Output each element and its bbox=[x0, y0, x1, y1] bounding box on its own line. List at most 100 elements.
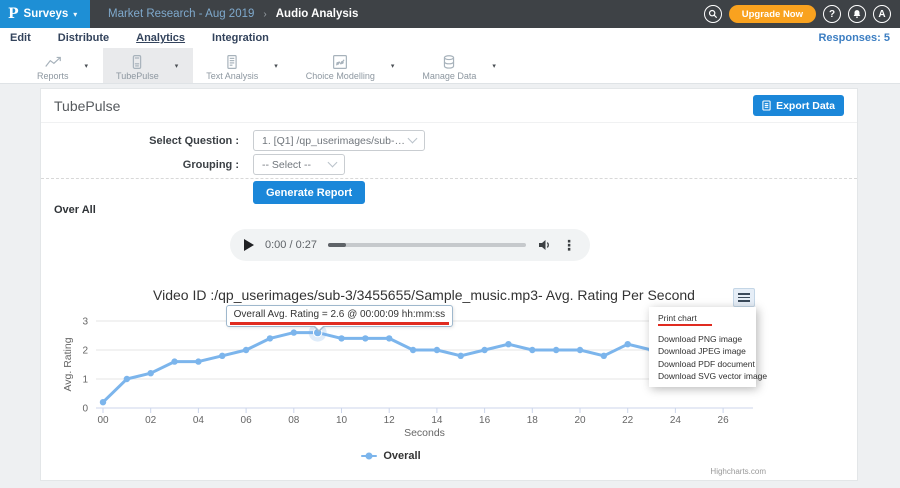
data-point[interactable] bbox=[195, 358, 201, 364]
tubepulse-panel: TubePulse Export Data Select Question : … bbox=[40, 88, 858, 481]
play-button[interactable] bbox=[244, 239, 254, 251]
audio-progress bbox=[328, 243, 346, 247]
toolbar-item-tubepulse[interactable]: TubePulse ▾ bbox=[103, 48, 193, 83]
data-point[interactable] bbox=[219, 353, 225, 359]
context-menu-item-download-jpeg-image[interactable]: Download JPEG image bbox=[649, 345, 756, 357]
menu-item-integration[interactable]: Integration bbox=[212, 32, 269, 44]
product-switcher[interactable]: P Surveys ▾ bbox=[0, 0, 90, 28]
data-point[interactable] bbox=[100, 399, 106, 405]
toolbar-item-label: Reports bbox=[37, 71, 69, 81]
chevron-down-icon[interactable]: ▾ bbox=[271, 62, 293, 70]
volume-icon bbox=[537, 238, 551, 252]
app-window: P Surveys ▾ Market Research - Aug 2019 ›… bbox=[0, 0, 900, 488]
select-question-row: Select Question : 1. [Q1] /qp_userimages… bbox=[41, 130, 425, 151]
upgrade-now-button[interactable]: Upgrade Now bbox=[729, 5, 816, 23]
select-question-dropdown[interactable]: 1. [Q1] /qp_userimages/sub-3/3455655/S..… bbox=[253, 130, 425, 151]
toolbar-item-text-analysis[interactable]: Text Analysis▾ bbox=[193, 48, 293, 83]
line-chart-icon bbox=[43, 54, 63, 70]
export-data-button[interactable]: Export Data bbox=[753, 95, 844, 116]
data-point[interactable] bbox=[434, 347, 440, 353]
svg-text:Avg. Rating: Avg. Rating bbox=[62, 337, 74, 391]
breadcrumb-survey-link[interactable]: Market Research - Aug 2019 bbox=[108, 8, 254, 20]
notifications-button[interactable] bbox=[848, 5, 866, 23]
data-point[interactable] bbox=[291, 329, 297, 335]
breadcrumb: Market Research - Aug 2019 › Audio Analy… bbox=[108, 8, 358, 20]
highcharts-credit-link[interactable]: Highcharts.com bbox=[41, 467, 766, 476]
data-point[interactable] bbox=[386, 335, 392, 341]
data-point[interactable] bbox=[243, 347, 249, 353]
search-icon bbox=[708, 9, 718, 19]
menu-item-distribute[interactable]: Distribute bbox=[58, 32, 109, 44]
audio-more-options-button[interactable]: ⋮ bbox=[562, 238, 576, 252]
data-point[interactable] bbox=[171, 358, 177, 364]
data-point[interactable] bbox=[267, 335, 273, 341]
svg-text:02: 02 bbox=[145, 415, 157, 426]
data-point[interactable] bbox=[148, 370, 154, 376]
data-point[interactable] bbox=[553, 347, 559, 353]
data-point[interactable] bbox=[529, 347, 535, 353]
data-point[interactable] bbox=[410, 347, 416, 353]
overall-section-label: Over All bbox=[54, 204, 96, 216]
data-point[interactable] bbox=[625, 341, 631, 347]
svg-text:04: 04 bbox=[193, 415, 205, 426]
context-menu-item-download-svg-vector-image[interactable]: Download SVG vector image bbox=[649, 370, 756, 382]
svg-text:2: 2 bbox=[82, 346, 88, 357]
mobile-icon bbox=[127, 54, 147, 70]
chart-title: Video ID :/qp_userimages/sub-3/3455655/S… bbox=[41, 287, 807, 303]
document-icon bbox=[222, 54, 242, 70]
grouping-dropdown[interactable]: -- Select -- bbox=[253, 154, 345, 175]
chart-context-menu-button[interactable] bbox=[733, 288, 755, 307]
chevron-down-icon: ▾ bbox=[73, 10, 77, 19]
chevron-down-icon[interactable]: ▾ bbox=[172, 62, 194, 70]
divider bbox=[41, 178, 857, 179]
volume-button[interactable] bbox=[537, 238, 551, 252]
toolbar-item-reports[interactable]: Reports ▾ bbox=[24, 48, 103, 83]
data-point[interactable] bbox=[481, 347, 487, 353]
audio-seek-bar[interactable] bbox=[328, 243, 526, 247]
search-button[interactable] bbox=[704, 5, 722, 23]
svg-text:22: 22 bbox=[622, 415, 634, 426]
chevron-down-icon[interactable]: ▾ bbox=[388, 62, 410, 70]
context-menu-item-print-chart[interactable]: Print chart bbox=[649, 312, 756, 324]
toolbar-item-label: Manage Data bbox=[422, 71, 476, 81]
legend-item-overall[interactable]: Overall bbox=[361, 450, 420, 462]
data-point[interactable] bbox=[362, 335, 368, 341]
scatter-chart-icon bbox=[330, 54, 350, 70]
context-menu-item-download-png-image[interactable]: Download PNG image bbox=[649, 333, 756, 345]
toolbar-item-label: Choice Modelling bbox=[306, 71, 375, 81]
menu-item-edit[interactable]: Edit bbox=[10, 32, 31, 44]
questionpro-logo: P bbox=[8, 7, 19, 21]
chart: Video ID :/qp_userimages/sub-3/3455655/S… bbox=[41, 279, 859, 482]
svg-text:00: 00 bbox=[97, 415, 109, 426]
toolbar-item-choice-modelling[interactable]: Choice Modelling ▾ bbox=[293, 48, 410, 83]
svg-text:20: 20 bbox=[574, 415, 586, 426]
legend-label: Overall bbox=[383, 450, 420, 462]
product-name: Surveys bbox=[24, 8, 69, 20]
toolbar-item-manage-data[interactable]: Manage Data ▾ bbox=[409, 48, 511, 83]
chevron-down-icon[interactable]: ▾ bbox=[82, 62, 104, 70]
data-point[interactable] bbox=[505, 341, 511, 347]
menu-item-analytics[interactable]: Analytics bbox=[136, 32, 185, 44]
data-point[interactable] bbox=[601, 353, 607, 359]
svg-text:14: 14 bbox=[431, 415, 443, 426]
menu-items: Edit Distribute Analytics Integration bbox=[10, 32, 296, 44]
bell-icon bbox=[852, 9, 862, 19]
data-point[interactable] bbox=[577, 347, 583, 353]
context-menu-item-download-pdf-document[interactable]: Download PDF document bbox=[649, 358, 756, 370]
svg-text:0: 0 bbox=[82, 404, 88, 415]
help-button[interactable]: ? bbox=[823, 5, 841, 23]
chart-tooltip: Overall Avg. Rating = 2.6 @ 00:00:09 hh:… bbox=[226, 305, 453, 327]
data-point[interactable] bbox=[338, 335, 344, 341]
toolbar-item-label: TubePulse bbox=[116, 71, 159, 81]
responses-count: Responses: 5 bbox=[818, 32, 890, 44]
data-point[interactable] bbox=[458, 353, 464, 359]
generate-report-button[interactable]: Generate Report bbox=[253, 181, 365, 204]
menu-bar: Edit Distribute Analytics Integration Respo… bbox=[0, 28, 900, 48]
svg-text:10: 10 bbox=[336, 415, 348, 426]
audio-player: 0:00 / 0:27 ⋮ bbox=[230, 229, 590, 261]
breadcrumb-separator-icon: › bbox=[263, 9, 266, 20]
avatar[interactable]: A bbox=[873, 5, 891, 23]
data-point[interactable] bbox=[124, 376, 130, 382]
chevron-down-icon[interactable]: ▾ bbox=[489, 62, 511, 70]
svg-text:06: 06 bbox=[241, 415, 253, 426]
